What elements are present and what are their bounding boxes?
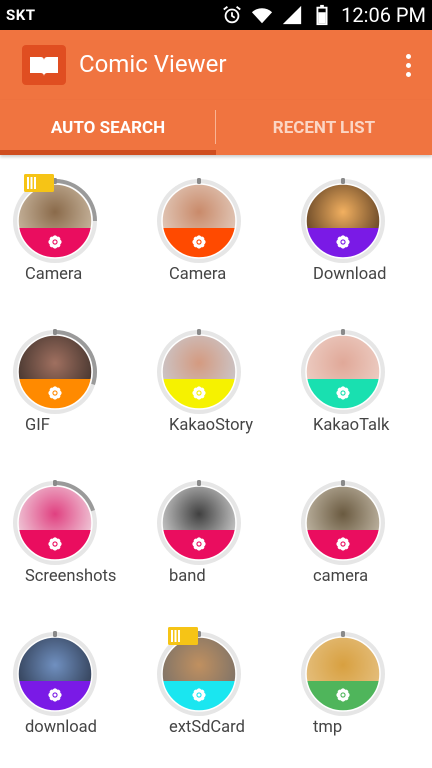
flower-icon <box>192 537 206 551</box>
progress-marker <box>341 178 345 184</box>
folder-label: GIF <box>25 416 50 435</box>
flower-icon <box>48 688 62 702</box>
progress-marker <box>53 631 57 637</box>
progress-marker <box>341 480 345 486</box>
folder-cover-graphic <box>301 631 385 716</box>
flower-icon <box>336 235 350 249</box>
battery-icon <box>316 4 328 26</box>
tab-recent-list[interactable]: RECENT LIST <box>216 100 432 155</box>
folder-item[interactable]: KakaoStory <box>144 303 288 453</box>
flower-icon <box>192 235 206 249</box>
folder-item[interactable]: camera <box>288 454 432 604</box>
folder-thumbnail <box>10 629 100 719</box>
flower-icon <box>48 537 62 551</box>
progress-marker <box>341 631 345 637</box>
folder-label: KakaoStory <box>169 416 254 435</box>
folder-thumbnail <box>154 176 244 266</box>
folder-thumbnail <box>10 327 100 417</box>
folder-thumbnail <box>10 478 100 568</box>
app-bar: Comic Viewer <box>0 30 432 100</box>
folder-cover-graphic <box>157 178 241 263</box>
folder-cover-graphic <box>13 631 97 716</box>
folder-item[interactable]: tmp <box>288 605 432 755</box>
folder-label: KakaoTalk <box>313 416 390 435</box>
status-bar: SKT 12:06 PM <box>0 0 432 30</box>
flower-icon <box>48 386 62 400</box>
folder-cover-graphic <box>301 329 385 414</box>
folder-thumbnail <box>298 176 388 266</box>
progress-marker <box>197 178 201 184</box>
tab-auto-search[interactable]: AUTO SEARCH <box>0 100 216 155</box>
folder-thumbnail <box>298 478 388 568</box>
folder-thumbnail <box>154 478 244 568</box>
folder-label: extSdCard <box>169 718 245 737</box>
overflow-menu-icon[interactable] <box>398 48 418 82</box>
folder-cover-graphic <box>301 480 385 565</box>
folder-label: download <box>25 718 97 737</box>
folder-item[interactable]: extSdCard <box>144 605 288 755</box>
sd-card-icon <box>24 174 54 192</box>
tab-bar: AUTO SEARCH RECENT LIST <box>0 100 432 155</box>
folder-label: band <box>169 567 206 586</box>
app-title: Comic Viewer <box>79 50 227 78</box>
folder-label: Camera <box>25 265 83 284</box>
carrier-label: SKT <box>6 6 36 24</box>
folder-item[interactable]: Camera <box>0 152 144 302</box>
sd-card-icon <box>168 627 198 645</box>
alarm-icon <box>223 6 241 24</box>
progress-marker <box>197 480 201 486</box>
folder-cover-graphic <box>13 480 97 565</box>
flower-icon <box>48 235 62 249</box>
flower-icon <box>336 537 350 551</box>
folder-item[interactable]: GIF <box>0 303 144 453</box>
flower-icon <box>192 688 206 702</box>
folder-item[interactable]: Camera <box>144 152 288 302</box>
folder-cover-graphic <box>13 329 97 414</box>
wifi-icon <box>252 8 273 24</box>
signal-icon <box>282 5 302 25</box>
folder-label: Download <box>313 265 387 284</box>
book-logo-icon <box>22 45 66 85</box>
folder-thumbnail <box>298 327 388 417</box>
flower-icon <box>192 386 206 400</box>
progress-marker <box>197 329 201 335</box>
folder-cover-graphic <box>157 329 241 414</box>
folder-cover-graphic <box>301 178 385 263</box>
folder-label: Screenshots <box>25 567 117 586</box>
folder-thumbnail <box>298 629 388 719</box>
progress-marker <box>53 329 57 335</box>
progress-marker <box>53 480 57 486</box>
folder-item[interactable]: band <box>144 454 288 604</box>
folder-label: camera <box>313 567 369 586</box>
folder-label: tmp <box>313 718 343 737</box>
folder-thumbnail <box>154 327 244 417</box>
folder-item[interactable]: download <box>0 605 144 755</box>
clock: 12:06 PM <box>341 3 426 27</box>
folder-item[interactable]: Screenshots <box>0 454 144 604</box>
flower-icon <box>336 386 350 400</box>
folder-label: Camera <box>169 265 227 284</box>
folder-cover-graphic <box>157 480 241 565</box>
flower-icon <box>336 688 350 702</box>
folder-item[interactable]: KakaoTalk <box>288 303 432 453</box>
status-icons: 12:06 PM <box>221 3 426 27</box>
progress-marker <box>341 329 345 335</box>
folder-item[interactable]: Download <box>288 152 432 302</box>
